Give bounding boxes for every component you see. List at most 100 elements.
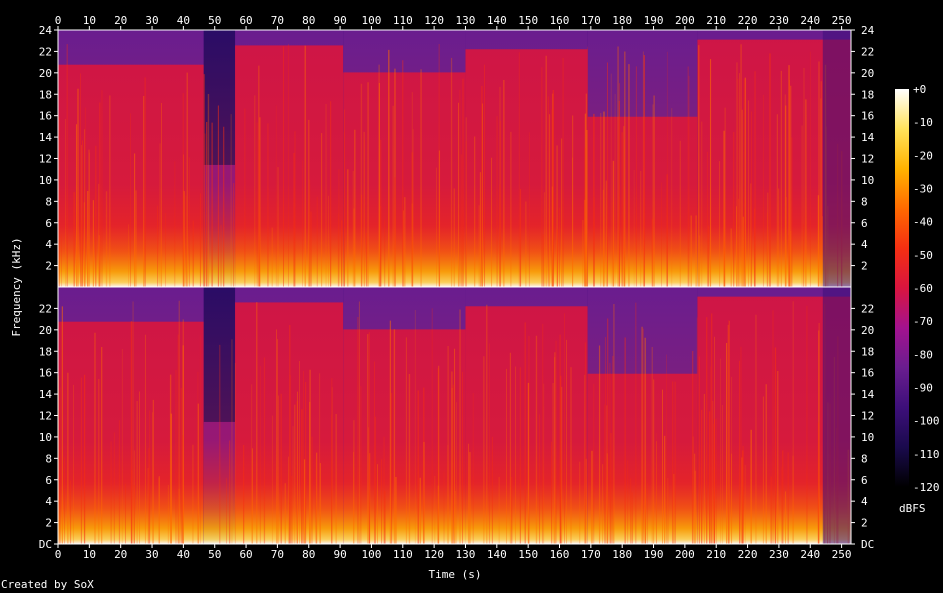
x-tick-label-top: 60 xyxy=(239,14,252,27)
colorbar-gradient xyxy=(895,89,909,487)
x-tick-label-top: 190 xyxy=(644,14,664,27)
x-tick-label-bottom: 60 xyxy=(239,548,252,561)
x-tick-label-bottom: 220 xyxy=(738,548,758,561)
y-tick-label-right: 24 xyxy=(861,24,875,37)
x-tick-label-bottom: 130 xyxy=(456,548,476,561)
colorbar-tick-label: -50 xyxy=(913,249,933,262)
x-tick-label-bottom: 170 xyxy=(581,548,601,561)
tail-fade xyxy=(822,30,851,287)
segment-low-freq-glow xyxy=(235,287,344,544)
x-tick-label-top: 20 xyxy=(114,14,127,27)
x-tick-label-bottom: 150 xyxy=(518,548,538,561)
y-tick-label-right: 12 xyxy=(861,153,874,166)
x-tick-label-bottom: 50 xyxy=(208,548,221,561)
y-tick-label-right: 6 xyxy=(861,217,868,230)
colorbar-tick-label: -60 xyxy=(913,282,933,295)
channel-bottom xyxy=(58,287,851,544)
x-tick-label-bottom: 110 xyxy=(393,548,413,561)
y-tick-label-left: 16 xyxy=(39,367,52,380)
y-tick-label-left: 8 xyxy=(45,452,52,465)
y-tick-label-left: 6 xyxy=(45,217,52,230)
y-tick-label-right: 10 xyxy=(861,174,874,187)
tail-fade xyxy=(822,287,851,544)
x-tick-label-top: 200 xyxy=(675,14,695,27)
y-tick-label-right: 6 xyxy=(861,474,868,487)
x-tick-label-top: 210 xyxy=(706,14,726,27)
y-tick-label-left: 8 xyxy=(45,195,52,208)
colorbar-tick-label: -110 xyxy=(913,448,940,461)
y-tick-label-right: 2 xyxy=(861,260,868,273)
x-tick-label-top: 10 xyxy=(83,14,96,27)
x-tick-label-top: 30 xyxy=(145,14,158,27)
y-tick-label-left: 18 xyxy=(39,88,52,101)
segment-low-freq-glow xyxy=(203,287,236,544)
y-tick-label-right: 4 xyxy=(861,495,868,508)
x-tick-label-top: 160 xyxy=(550,14,570,27)
y-tick-label-left: 2 xyxy=(45,260,52,273)
x-tick-label-top: 80 xyxy=(302,14,315,27)
x-tick-label-top: 50 xyxy=(208,14,221,27)
y-tick-label-left: 22 xyxy=(39,45,52,58)
y-axis-title: Frequency (kHz) xyxy=(10,237,23,336)
x-tick-label-top: 230 xyxy=(769,14,789,27)
y-tick-label-right: 8 xyxy=(861,452,868,465)
y-tick-label-left: 24 xyxy=(39,24,53,37)
y-tick-label-right: 14 xyxy=(861,388,875,401)
x-tick-label-bottom: 10 xyxy=(83,548,96,561)
x-tick-label-bottom: 240 xyxy=(800,548,820,561)
x-tick-label-top: 180 xyxy=(612,14,632,27)
y-tick-label-right: 4 xyxy=(861,238,868,251)
sox-credit: Created by SoX xyxy=(1,578,94,591)
y-tick-label-right: 8 xyxy=(861,195,868,208)
x-tick-label-top: 100 xyxy=(362,14,382,27)
x-tick-label-bottom: 140 xyxy=(487,548,507,561)
y-tick-label-right: 20 xyxy=(861,67,874,80)
x-tick-label-top: 120 xyxy=(424,14,444,27)
colorbar-tick-label: -10 xyxy=(913,116,933,129)
x-tick-label-top: 240 xyxy=(800,14,820,27)
x-tick-label-bottom: 100 xyxy=(362,548,382,561)
x-axis-title: Time (s) xyxy=(429,568,482,581)
y-tick-label-left: 10 xyxy=(39,431,52,444)
y-tick-label-right: 20 xyxy=(861,324,874,337)
colorbar-tick-label: +0 xyxy=(913,83,926,96)
x-tick-label-bottom: 230 xyxy=(769,548,789,561)
y-tick-label-left: 6 xyxy=(45,474,52,487)
x-tick-label-bottom: 80 xyxy=(302,548,315,561)
colorbar-label: dBFS xyxy=(899,502,926,515)
x-tick-label-top: 250 xyxy=(832,14,852,27)
y-tick-label-left: 10 xyxy=(39,174,52,187)
x-tick-label-top: 140 xyxy=(487,14,507,27)
x-tick-label-bottom: 120 xyxy=(424,548,444,561)
y-tick-label-left: 12 xyxy=(39,410,52,423)
y-tick-label-left: DC xyxy=(39,538,52,551)
segment-low-freq-glow xyxy=(465,30,588,287)
y-tick-label-left: 20 xyxy=(39,324,52,337)
y-tick-label-left: 22 xyxy=(39,302,52,315)
x-tick-label-bottom: 20 xyxy=(114,548,127,561)
y-tick-label-left: 14 xyxy=(39,388,53,401)
y-tick-label-left: 20 xyxy=(39,67,52,80)
y-tick-label-right: 18 xyxy=(861,88,874,101)
x-tick-label-top: 70 xyxy=(271,14,284,27)
x-tick-label-top: 170 xyxy=(581,14,601,27)
colorbar-tick-label: -80 xyxy=(913,348,933,361)
y-tick-label-right: 16 xyxy=(861,110,874,123)
spectrogram-chart: 0 0 10 10 20 20 30 30 40 40 50 50 60 60 70 70 80 80 90 90 10… xyxy=(10,14,940,581)
colorbar-tick-label: -40 xyxy=(913,216,933,229)
x-tick-label-bottom: 200 xyxy=(675,548,695,561)
x-tick-label-bottom: 190 xyxy=(644,548,664,561)
colorbar-tick-label: -70 xyxy=(913,315,933,328)
y-tick-label-right: 12 xyxy=(861,410,874,423)
y-tick-label-right: DC xyxy=(861,538,874,551)
colorbar-tick-label: -90 xyxy=(913,382,933,395)
y-tick-label-right: 10 xyxy=(861,431,874,444)
channel-top xyxy=(58,30,851,287)
y-tick-label-left: 4 xyxy=(45,238,52,251)
y-tick-label-left: 4 xyxy=(45,495,52,508)
x-tick-label-bottom: 250 xyxy=(832,548,852,561)
x-tick-label-bottom: 40 xyxy=(177,548,190,561)
x-tick-label-top: 130 xyxy=(456,14,476,27)
y-tick-label-right: 14 xyxy=(861,131,875,144)
y-tick-label-right: 18 xyxy=(861,345,874,358)
